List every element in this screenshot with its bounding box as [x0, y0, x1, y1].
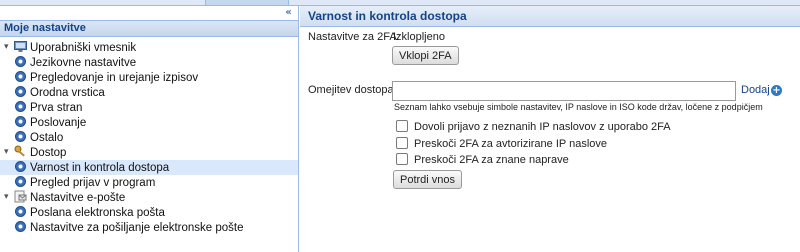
gear-icon	[14, 205, 27, 218]
checkbox-row-unknown-ip[interactable]: Dovoli prijavo z neznanih IP naslovov z …	[396, 120, 671, 134]
checkbox-label: Dovoli prijavo z neznanih IP naslovov z …	[414, 121, 671, 133]
checkbox-row-authorized-ip[interactable]: Preskoči 2FA za avtorizirane IP naslove	[396, 137, 607, 151]
tree-item-label: Ostalo	[30, 132, 64, 144]
settings-tree: ▾ Uporabniški vmesnik Jezikovne nastavitv…	[0, 37, 298, 235]
tree-item-label: Orodna vrstica	[30, 87, 105, 99]
plus-circle-icon[interactable]: +	[771, 85, 782, 96]
restriction-input[interactable]	[392, 81, 736, 101]
tree-item-pregledovanje[interactable]: Pregledovanje in urejanje izpisov	[0, 70, 298, 85]
tree-item-orodna-vrstica[interactable]: Orodna vrstica	[0, 85, 298, 100]
collapse-icon[interactable]: «	[282, 7, 295, 19]
gear-icon	[14, 55, 27, 68]
tree-group-label: Uporabniški vmesnik	[30, 42, 137, 54]
main-panel: Varnost in kontrola dostopa Nastavitve z…	[300, 6, 800, 252]
page-title: Varnost in kontrola dostopa	[300, 6, 800, 27]
gear-icon	[14, 160, 27, 173]
collapse-toggle-icon[interactable]: ▾	[4, 40, 14, 55]
tree-item-label: Jezikovne nastavitve	[30, 57, 137, 69]
tree-group-dostop[interactable]: ▾ Dostop	[0, 145, 298, 160]
tree-item-ostalo[interactable]: Ostalo	[0, 130, 298, 145]
collapse-toggle-icon[interactable]: ▾	[4, 145, 14, 160]
gear-icon	[14, 70, 27, 83]
tree-item-varnost-in-kontrola-dostopa[interactable]: Varnost in kontrola dostopa	[0, 160, 298, 175]
checkbox-known-devices[interactable]	[396, 153, 408, 165]
mail-icon	[14, 190, 27, 203]
tree-group-label: Dostop	[30, 147, 67, 159]
tree-item-prva-stran[interactable]: Prva stran	[0, 100, 298, 115]
twofa-label: Nastavitve za 2FA:	[308, 31, 400, 43]
tree-item-poslana-posta[interactable]: Poslana elektronska pošta	[0, 205, 298, 220]
tree-group-nastavitve-e-poste[interactable]: ▾ Nastavitve e-pošte	[0, 190, 298, 205]
monitor-icon	[14, 40, 27, 53]
checkbox-authorized-ip[interactable]	[396, 137, 408, 149]
tree-item-jezikovne-nastavitve[interactable]: Jezikovne nastavitve	[0, 55, 298, 70]
key-icon	[14, 145, 27, 158]
tree-item-label: Pregled prijav v program	[30, 177, 156, 189]
enable-2fa-button[interactable]: Vklopi 2FA	[392, 46, 459, 65]
sidebar-top: «	[0, 6, 298, 20]
gear-icon	[14, 220, 27, 233]
tree-item-label: Poslovanje	[30, 117, 87, 129]
gear-icon	[14, 100, 27, 113]
tree-item-label: Varnost in kontrola dostopa	[30, 162, 170, 174]
sidebar: « Moje nastavitve ▾ Uporabniški vmesnik J…	[0, 6, 299, 252]
gear-icon	[14, 130, 27, 143]
tree-group-label: Nastavitve e-pošte	[30, 192, 126, 204]
confirm-button[interactable]: Potrdi vnos	[393, 170, 463, 189]
tree-item-nastavitve-posiljanja[interactable]: Nastavitve za pošiljanje elektronske poš…	[0, 220, 298, 235]
gear-icon	[14, 115, 27, 128]
tree-group-uporabniski-vmesnik[interactable]: ▾ Uporabniški vmesnik	[0, 40, 298, 55]
tree-item-label: Prva stran	[30, 102, 83, 114]
checkbox-row-known-devices[interactable]: Preskoči 2FA za znane naprave	[396, 153, 569, 167]
restriction-label: Omejitev dostopa:	[308, 84, 397, 96]
gear-icon	[14, 175, 27, 188]
restriction-hint: Seznam lahko vsebuje simbole nastavitev,…	[394, 102, 763, 112]
sidebar-header: Moje nastavitve	[0, 20, 298, 37]
tree-item-poslovanje[interactable]: Poslovanje	[0, 115, 298, 130]
add-link[interactable]: Dodaj	[741, 84, 770, 96]
tree-item-label: Poslana elektronska pošta	[30, 207, 165, 219]
twofa-status: Izklopljeno	[393, 31, 445, 43]
collapse-toggle-icon[interactable]: ▾	[4, 190, 14, 205]
gear-icon	[14, 85, 27, 98]
checkbox-unknown-ip[interactable]	[396, 120, 408, 132]
checkbox-label: Preskoči 2FA za avtorizirane IP naslove	[414, 138, 608, 150]
tree-item-label: Nastavitve za pošiljanje elektronske poš…	[30, 222, 244, 234]
tree-item-label: Pregledovanje in urejanje izpisov	[30, 72, 199, 84]
tree-item-pregled-prijav[interactable]: Pregled prijav v program	[0, 175, 298, 190]
checkbox-label: Preskoči 2FA za znane naprave	[414, 154, 569, 166]
